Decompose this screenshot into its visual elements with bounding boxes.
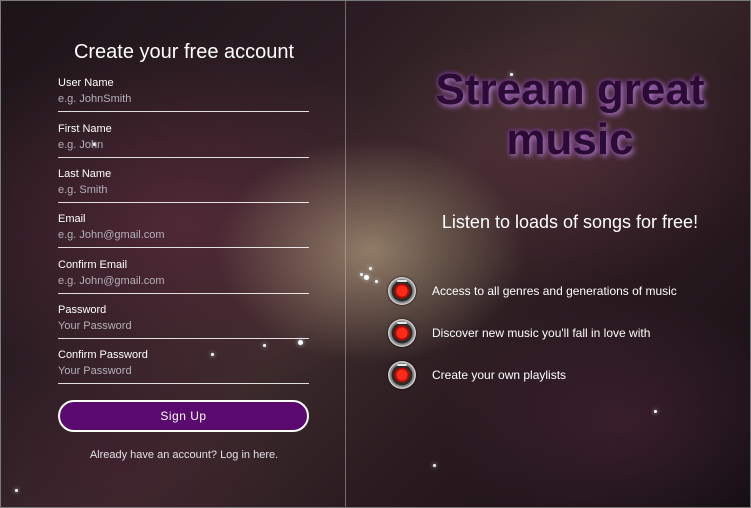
confirm-password-input[interactable] — [58, 363, 309, 379]
panel-divider — [345, 1, 346, 507]
confirm-email-input[interactable] — [58, 273, 309, 289]
email-input[interactable] — [58, 227, 309, 243]
confirm-password-field: Confirm Password — [58, 349, 309, 384]
password-field: Password — [58, 304, 309, 339]
password-input[interactable] — [58, 318, 309, 334]
first-name-input[interactable] — [58, 137, 309, 153]
confirm-email-field: Confirm Email — [58, 259, 309, 294]
first-name-label: First Name — [58, 123, 112, 135]
feature-item: Access to all genres and generations of … — [388, 276, 677, 306]
form-title: Create your free account — [73, 41, 295, 63]
last-name-input[interactable] — [58, 182, 309, 198]
star-decoration — [360, 273, 363, 276]
star-decoration — [375, 280, 378, 283]
feature-text: Discover new music you'll fall in love w… — [432, 326, 651, 340]
email-label: Email — [58, 213, 86, 225]
record-icon — [388, 277, 416, 305]
record-icon — [388, 361, 416, 389]
username-label: User Name — [58, 77, 114, 89]
promo-subtitle: Listen to loads of songs for free! — [441, 212, 699, 232]
feature-text: Create your own playlists — [432, 368, 567, 382]
star-decoration — [433, 464, 436, 467]
login-link[interactable]: Already have an account? Log in here. — [1, 449, 367, 461]
confirm-password-label: Confirm Password — [58, 349, 148, 361]
confirm-email-label: Confirm Email — [58, 259, 128, 271]
feature-text: Access to all genres and generations of … — [432, 284, 677, 298]
last-name-field: Last Name — [58, 168, 309, 203]
promo-title: Stream great music — [435, 65, 705, 164]
star-decoration — [369, 267, 372, 270]
record-icon — [388, 319, 416, 347]
feature-item: Discover new music you'll fall in love w… — [388, 318, 650, 348]
sign-up-button[interactable]: Sign Up — [58, 400, 309, 432]
star-decoration — [298, 340, 303, 345]
email-field: Email — [58, 213, 309, 248]
username-input[interactable] — [58, 91, 309, 107]
star-decoration — [654, 410, 657, 413]
username-field: User Name — [58, 77, 309, 112]
password-label: Password — [58, 304, 107, 316]
star-decoration — [364, 275, 369, 280]
app-window: Create your free account User Name First… — [0, 0, 751, 508]
star-decoration — [15, 489, 18, 492]
star-decoration — [263, 344, 266, 347]
feature-item: Create your own playlists — [388, 360, 566, 390]
first-name-field: First Name — [58, 123, 309, 158]
last-name-label: Last Name — [58, 168, 112, 180]
